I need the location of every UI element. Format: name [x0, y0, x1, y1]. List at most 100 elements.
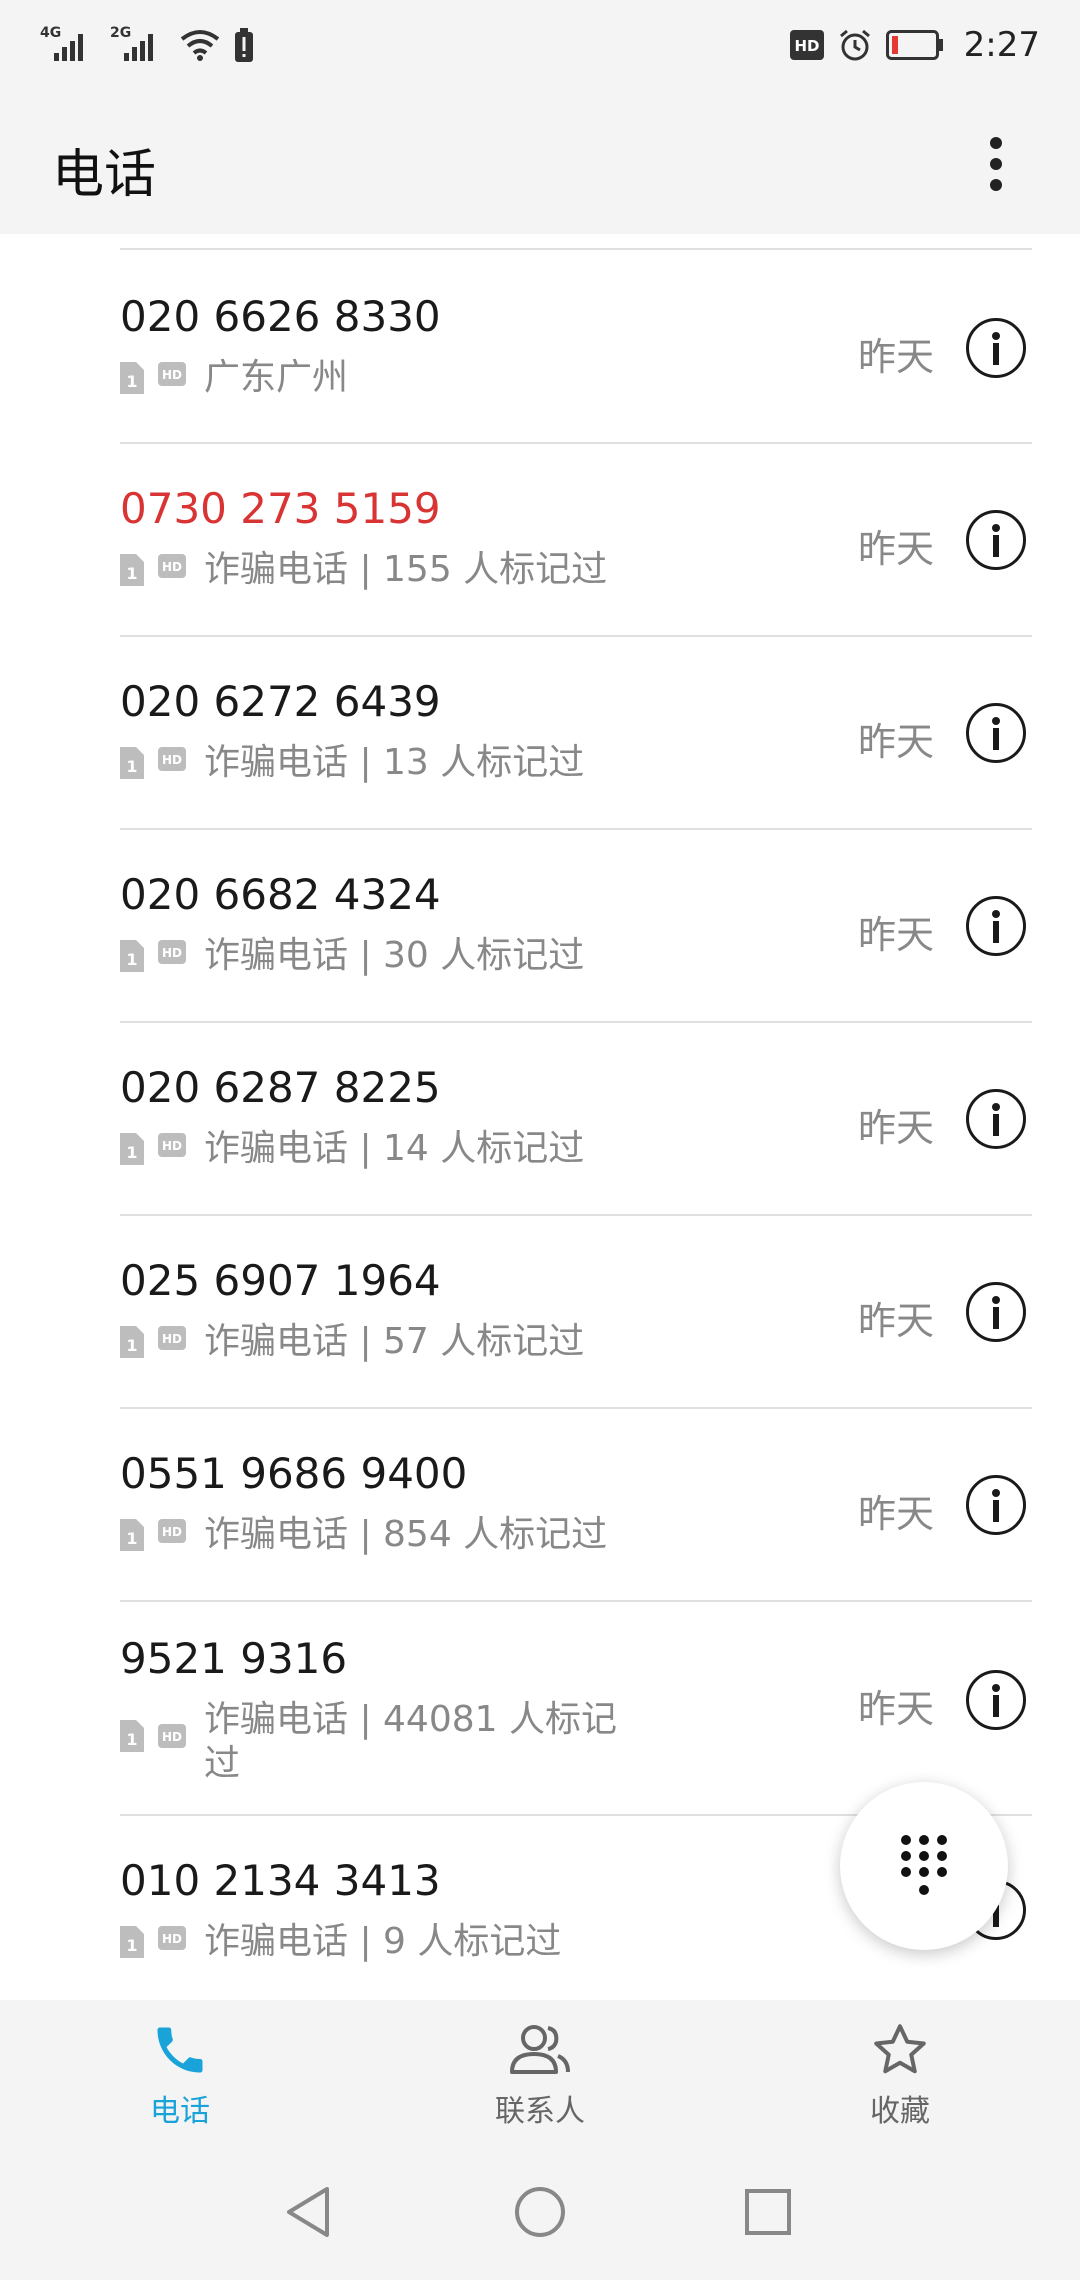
svg-text:1: 1 [126, 950, 137, 969]
info-icon [992, 1684, 1000, 1717]
call-log-row[interactable]: 0730 273 5159 1 HD 诈骗电话 | 155 人标记过 昨天 [0, 444, 1080, 637]
call-log-row[interactable]: 020 6287 8225 1 HD 诈骗电话 | 14 人标记过 昨天 [0, 1023, 1080, 1216]
hd-call-icon: HD [158, 940, 186, 964]
svg-text:HD: HD [162, 1932, 182, 1946]
call-time: 昨天 [858, 1299, 935, 1343]
hd-call-icon: HD [158, 362, 186, 386]
home-circle-icon [515, 2187, 565, 2237]
sim-1-icon: 1 [120, 1926, 144, 1958]
sim-1-icon: 1 [120, 940, 144, 972]
call-tag: 诈骗电话 | 57 人标记过 [204, 1321, 585, 1362]
call-time: 昨天 [858, 913, 935, 957]
call-time: 昨天 [858, 1106, 935, 1150]
info-icon [992, 332, 1000, 365]
call-log-row[interactable]: 0551 9686 9400 1 HD 诈骗电话 | 854 人标记过 昨天 [0, 1409, 1080, 1602]
tab-favorites[interactable]: 收藏 [800, 2020, 1000, 2130]
call-info-button[interactable] [966, 1089, 1026, 1149]
svg-text:HD: HD [162, 1139, 182, 1153]
info-icon [992, 910, 1000, 943]
tab-phone[interactable]: 电话 [80, 2020, 280, 2130]
svg-text:HD: HD [162, 1730, 182, 1744]
more-vert-icon [990, 137, 1002, 191]
call-details: 1 HD 广东广州 [120, 356, 644, 400]
call-time: 昨天 [858, 335, 935, 379]
sim-1-icon: 1 [120, 1519, 144, 1551]
svg-text:HD: HD [162, 368, 182, 382]
call-number: 020 6287 8225 [120, 1063, 441, 1112]
call-tag: 诈骗电话 | 30 人标记过 [204, 935, 585, 976]
call-log-row[interactable]: 020 6272 6439 1 HD 诈骗电话 | 13 人标记过 昨天 [0, 637, 1080, 830]
info-icon [992, 524, 1000, 557]
call-info-button[interactable] [966, 318, 1026, 378]
call-number: 0551 9686 9400 [120, 1449, 468, 1498]
svg-text:1: 1 [126, 1529, 137, 1548]
call-location: 广东广州 [204, 357, 349, 398]
call-info-button[interactable] [966, 703, 1026, 763]
call-tag: 诈骗电话 | 44081 人标记过 [204, 1699, 617, 1784]
call-info-button[interactable] [966, 1282, 1026, 1342]
svg-text:HD: HD [162, 946, 182, 960]
page-title: 电话 [52, 145, 157, 205]
back-triangle-icon [287, 2187, 329, 2237]
alarm-icon [839, 29, 870, 61]
status-left: 4G 2G [40, 25, 254, 65]
info-icon [992, 1296, 1000, 1329]
recents-square-icon [745, 2189, 791, 2235]
info-icon [992, 717, 1000, 750]
call-log-row[interactable]: 025 6907 1964 1 HD 诈骗电话 | 57 人标记过 昨天 [0, 1216, 1080, 1409]
call-tag: 诈骗电话 | 14 人标记过 [204, 1128, 585, 1169]
hd-call-icon: HD [158, 554, 186, 578]
more-options-button[interactable] [956, 124, 1036, 204]
signal-2g-icon: 2G [110, 25, 166, 65]
svg-text:1: 1 [126, 1936, 137, 1955]
battery-alert-icon [235, 28, 253, 62]
back-button[interactable] [276, 2180, 340, 2244]
home-button[interactable] [508, 2180, 572, 2244]
call-info-button[interactable] [966, 510, 1026, 570]
status-right: HD 2:27 [789, 25, 1040, 65]
info-icon [992, 1489, 1000, 1522]
call-details: 1 HD 诈骗电话 | 44081 人标记过 [120, 1698, 644, 1786]
svg-text:HD: HD [794, 37, 819, 55]
signal-4g-icon: 4G [40, 25, 96, 65]
svg-text:1: 1 [126, 1730, 137, 1749]
call-number-missed: 0730 273 5159 [120, 484, 441, 533]
call-tag: 诈骗电话 | 854 人标记过 [204, 1514, 608, 1555]
call-info-button[interactable] [966, 1475, 1026, 1535]
call-info-button[interactable] [966, 1670, 1026, 1730]
call-details: 1 HD 诈骗电话 | 14 人标记过 [120, 1127, 644, 1171]
svg-text:1: 1 [126, 1336, 137, 1355]
call-number: 025 6907 1964 [120, 1256, 441, 1305]
svg-text:HD: HD [162, 1525, 182, 1539]
info-icon [992, 1103, 1000, 1136]
call-time: 昨天 [858, 720, 935, 764]
hd-call-icon: HD [158, 1326, 186, 1350]
call-log-row[interactable]: 020 6682 4324 1 HD 诈骗电话 | 30 人标记过 昨天 [0, 830, 1080, 1023]
hd-call-icon: HD [158, 1133, 186, 1157]
call-number: 010 2134 3413 [120, 1856, 441, 1905]
svg-text:1: 1 [126, 564, 137, 583]
svg-text:1: 1 [126, 1143, 137, 1162]
call-details: 1 HD 诈骗电话 | 13 人标记过 [120, 741, 644, 785]
tab-contacts[interactable]: 联系人 [440, 2020, 640, 2130]
dialpad-icon [901, 1835, 947, 1895]
recents-button[interactable] [736, 2180, 800, 2244]
dialpad-button[interactable] [840, 1782, 1008, 1950]
wifi-icon [180, 30, 220, 61]
hd-call-icon: HD [158, 747, 186, 771]
sim-1-icon: 1 [120, 1720, 144, 1752]
status-bar: 4G 2G HD 2:27 [0, 0, 1080, 90]
call-time: 昨天 [858, 1687, 935, 1731]
call-log-row[interactable]: 020 6626 8330 1 HD 广东广州 昨天 [0, 250, 1080, 444]
call-log-list[interactable]: 020 6626 8330 1 HD 广东广州 昨天 0730 273 5159… [0, 234, 1080, 2000]
call-time: 昨天 [858, 527, 935, 571]
call-details: 1 HD 诈骗电话 | 57 人标记过 [120, 1320, 644, 1364]
svg-text:1: 1 [126, 372, 137, 391]
svg-text:HD: HD [162, 560, 182, 574]
call-number: 020 6272 6439 [120, 677, 441, 726]
call-info-button[interactable] [966, 896, 1026, 956]
bottom-navigation: 电话 联系人 收藏 [0, 2000, 1080, 2140]
call-tag: 诈骗电话 | 9 人标记过 [204, 1921, 562, 1962]
call-details: 1 HD 诈骗电话 | 30 人标记过 [120, 934, 644, 978]
call-tag: 诈骗电话 | 13 人标记过 [204, 742, 585, 783]
